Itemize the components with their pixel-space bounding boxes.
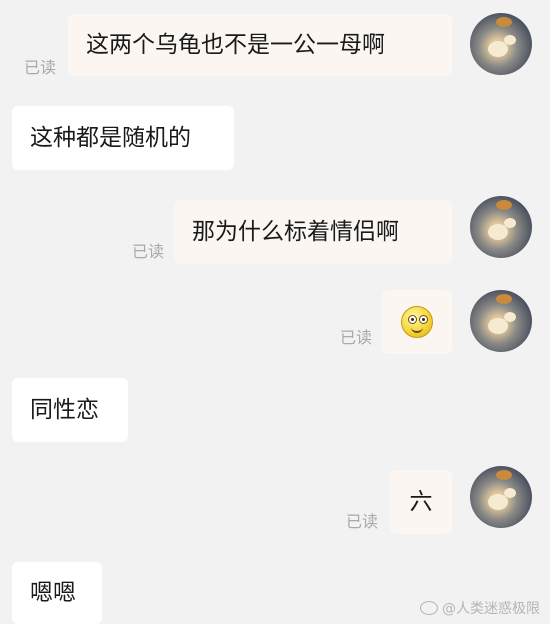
message-text: 六 [409, 488, 433, 515]
message-bubble[interactable]: 那为什么标着情侣啊 [174, 200, 452, 264]
message-row: 已读 [0, 284, 550, 364]
message-row: 同性恋 [0, 372, 550, 452]
message-text: 嗯嗯 [30, 579, 76, 606]
user-avatar[interactable] [470, 196, 532, 258]
message-row: 已读 六 [0, 464, 550, 544]
message-bubble[interactable]: 这种都是随机的 [12, 106, 234, 170]
message-text: 这两个乌龟也不是一公一母啊 [86, 31, 385, 58]
message-bubble[interactable]: 同性恋 [12, 378, 128, 442]
read-status: 已读 [340, 328, 373, 347]
read-status: 已读 [24, 58, 57, 77]
read-status: 已读 [132, 242, 165, 261]
message-row: 已读 这两个乌龟也不是一公一母啊 [0, 0, 550, 90]
smiling-face-emoji-icon [401, 306, 433, 338]
message-text: 这种都是随机的 [30, 124, 191, 151]
watermark: @人类迷惑极限 [420, 598, 540, 618]
message-text: 同性恋 [30, 396, 99, 423]
message-bubble[interactable]: 嗯嗯 [12, 562, 102, 624]
message-row: 这种都是随机的 [0, 100, 550, 180]
message-row: 已读 那为什么标着情侣啊 [0, 192, 550, 272]
message-text: 那为什么标着情侣啊 [192, 218, 399, 245]
user-avatar[interactable] [470, 290, 532, 352]
user-avatar[interactable] [470, 13, 532, 75]
weibo-icon [420, 601, 438, 615]
message-bubble[interactable]: 六 [390, 470, 452, 534]
message-bubble[interactable] [382, 290, 452, 354]
user-avatar[interactable] [470, 466, 532, 528]
watermark-text: @人类迷惑极限 [442, 601, 540, 617]
message-bubble[interactable]: 这两个乌龟也不是一公一母啊 [68, 14, 452, 76]
read-status: 已读 [346, 512, 379, 531]
